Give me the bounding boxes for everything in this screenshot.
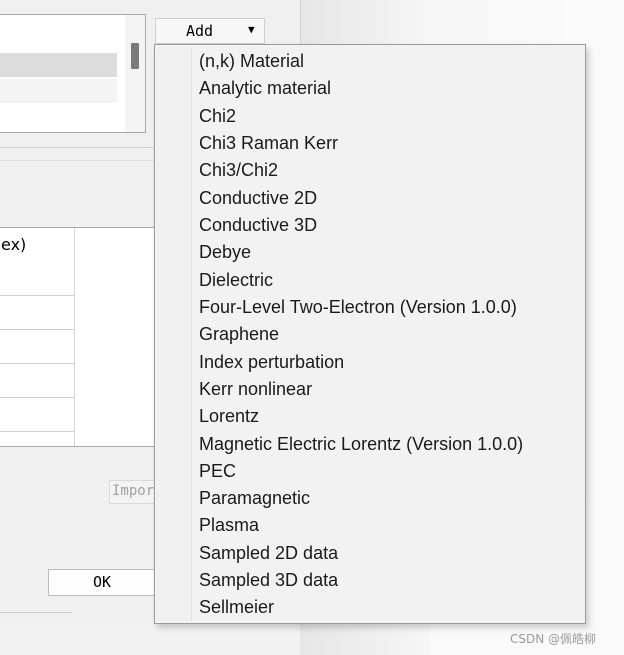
table-row-divider	[0, 397, 74, 398]
menu-item-label: Four-Level Two-Electron (Version 1.0.0)	[199, 297, 517, 317]
properties-column-header: ex)	[1, 235, 27, 254]
chevron-down-icon: ▼	[248, 23, 255, 36]
menu-item-paramagnetic[interactable]: Paramagnetic	[191, 485, 583, 511]
menu-icon-gutter	[157, 47, 192, 621]
menu-item-kerr-nonlinear[interactable]: Kerr nonlinear	[191, 376, 583, 402]
menu-item-chi3-raman-kerr[interactable]: Chi3 Raman Kerr	[191, 130, 583, 156]
material-list-row-selected[interactable]	[0, 53, 117, 77]
dialog-bottom-edge	[0, 612, 72, 623]
menu-item-nk-material[interactable]: (n,k) Material	[191, 48, 583, 74]
material-list[interactable]	[0, 14, 146, 133]
menu-item-pec[interactable]: PEC	[191, 458, 583, 484]
menu-item-label: (n,k) Material	[199, 51, 305, 71]
menu-item-label: Debye	[199, 242, 252, 262]
menu-item-label: PEC	[199, 461, 237, 481]
material-list-row[interactable]	[0, 79, 117, 103]
watermark: CSDN @佩皓柳	[510, 632, 597, 646]
menu-item-label: Lorentz	[199, 406, 260, 426]
add-material-button[interactable]: Add ▼	[155, 18, 265, 44]
menu-item-label: Chi3/Chi2	[199, 160, 279, 180]
table-row-divider	[0, 329, 74, 330]
menu-item-plasma[interactable]: Plasma	[191, 512, 583, 538]
table-row-divider	[0, 295, 74, 296]
menu-item-sampled-3d-data[interactable]: Sampled 3D data	[191, 567, 583, 593]
menu-item-graphene[interactable]: Graphene	[191, 321, 583, 347]
menu-item-label: Magnetic Electric Lorentz (Version 1.0.0…	[199, 434, 524, 454]
menu-item-index-perturbation[interactable]: Index perturbation	[191, 349, 583, 375]
menu-item-debye[interactable]: Debye	[191, 239, 583, 265]
menu-item-chi3-chi2[interactable]: Chi3/Chi2	[191, 157, 583, 183]
menu-item-sampled-2d-data[interactable]: Sampled 2D data	[191, 540, 583, 566]
menu-item-lorentz[interactable]: Lorentz	[191, 403, 583, 429]
menu-item-label: Plasma	[199, 515, 260, 535]
scrollbar-thumb[interactable]	[131, 43, 139, 69]
menu-item-label: Index perturbation	[199, 352, 345, 372]
menu-item-label: Dielectric	[199, 270, 274, 290]
menu-item-chi2[interactable]: Chi2	[191, 103, 583, 129]
add-material-dropdown-menu: (n,k) Material Analytic material Chi2 Ch…	[154, 44, 586, 624]
table-row-divider	[0, 363, 74, 364]
ok-button[interactable]: OK	[48, 569, 156, 596]
menu-item-label: Chi2	[199, 106, 237, 126]
import-button-label: Impor	[112, 483, 155, 499]
table-row-divider	[0, 431, 74, 432]
menu-item-label: Chi3 Raman Kerr	[199, 133, 339, 153]
menu-item-label: Sampled 3D data	[199, 570, 339, 590]
menu-item-label: Graphene	[199, 324, 280, 344]
menu-item-label: Conductive 2D	[199, 188, 318, 208]
menu-item-label: Sellmeier	[199, 597, 275, 617]
menu-item-label: Kerr nonlinear	[199, 379, 313, 399]
menu-item-dielectric[interactable]: Dielectric	[191, 267, 583, 293]
menu-item-label: Paramagnetic	[199, 488, 311, 508]
menu-item-sellmeier[interactable]: Sellmeier	[191, 594, 583, 620]
properties-table[interactable]: ex)	[0, 227, 158, 447]
table-column-divider	[74, 228, 75, 446]
menu-item-conductive-2d[interactable]: Conductive 2D	[191, 185, 583, 211]
menu-item-label: Analytic material	[199, 78, 332, 98]
add-button-label: Add	[186, 22, 214, 40]
menu-item-analytic-material[interactable]: Analytic material	[191, 75, 583, 101]
menu-item-four-level-two-electron[interactable]: Four-Level Two-Electron (Version 1.0.0)	[191, 294, 583, 320]
menu-item-label: Sampled 2D data	[199, 543, 339, 563]
menu-item-label: Conductive 3D	[199, 215, 318, 235]
menu-item-conductive-3d[interactable]: Conductive 3D	[191, 212, 583, 238]
menu-item-magnetic-electric-lorentz[interactable]: Magnetic Electric Lorentz (Version 1.0.0…	[191, 431, 583, 457]
material-list-scrollbar[interactable]	[125, 15, 145, 132]
